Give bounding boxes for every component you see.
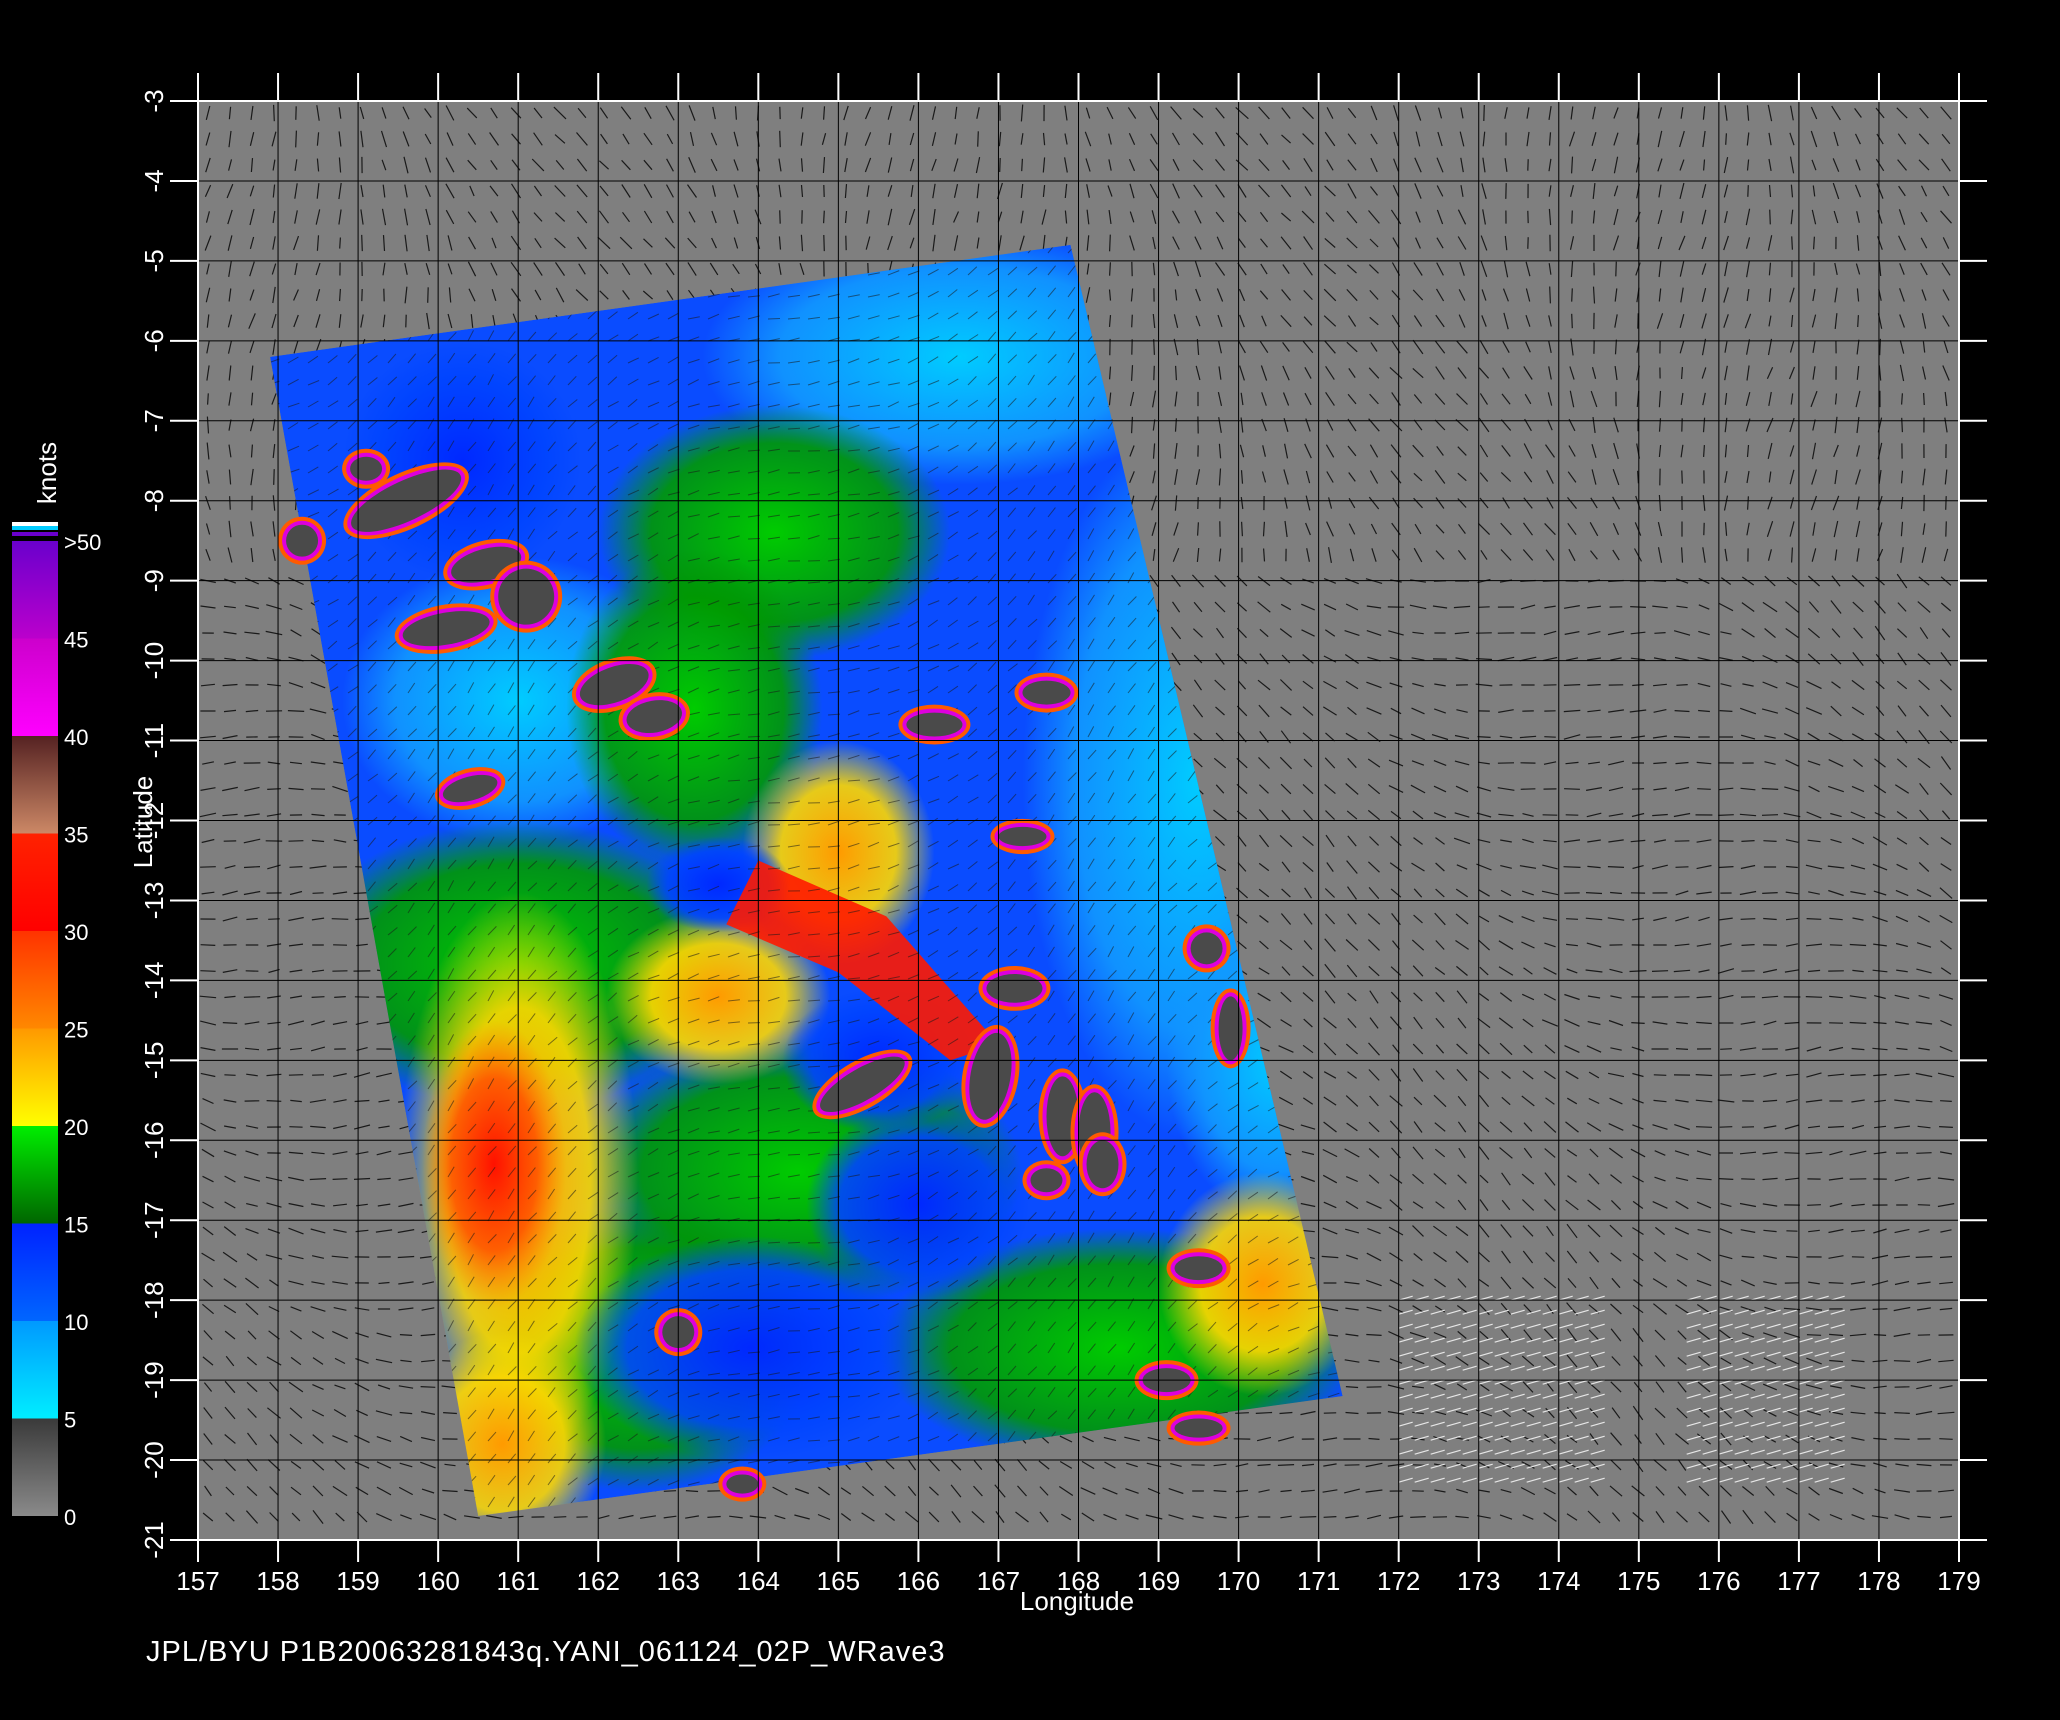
x-tick-label: 157 xyxy=(176,1566,219,1596)
x-tick-label: 160 xyxy=(416,1566,459,1596)
colorbar-segment xyxy=(12,1126,58,1224)
colorbar-label: 45 xyxy=(64,628,88,653)
island xyxy=(342,448,391,489)
colorbar xyxy=(12,522,58,1516)
y-tick-label: -18 xyxy=(139,1281,169,1319)
colorbar-overflow xyxy=(12,532,58,536)
colorbar-label: 0 xyxy=(64,1505,76,1530)
x-tick-label: 165 xyxy=(817,1566,860,1596)
y-tick-label: -5 xyxy=(139,249,169,272)
y-tick-label: -21 xyxy=(139,1521,169,1559)
colorbar-segment xyxy=(12,1321,58,1419)
y-tick-label: -10 xyxy=(139,642,169,680)
colorbar-segment xyxy=(12,541,58,639)
y-tick-label: -19 xyxy=(139,1361,169,1399)
x-tick-label: 164 xyxy=(737,1566,780,1596)
x-tick-label: 170 xyxy=(1217,1566,1260,1596)
wind-speed-region xyxy=(422,1020,567,1309)
colorbar-segment xyxy=(12,833,58,931)
y-tick-label: -16 xyxy=(139,1121,169,1159)
x-tick-label: 162 xyxy=(577,1566,620,1596)
x-tick-label: 167 xyxy=(977,1566,1020,1596)
wind-map-figure: 157 158 159 160 161 162 163 164 165 166 167 168 169 1… xyxy=(12,73,1987,1616)
x-tick-label: 179 xyxy=(1937,1566,1980,1596)
colorbar-label: 15 xyxy=(64,1213,88,1238)
island xyxy=(718,1466,767,1502)
y-tick-label: -6 xyxy=(139,329,169,352)
x-tick-label: 176 xyxy=(1697,1566,1740,1596)
island xyxy=(1014,672,1079,713)
island xyxy=(978,965,1051,1011)
island xyxy=(1022,1160,1071,1201)
product-footer: JPL/BYU P1B20063281843q.YANI_061124_02P_… xyxy=(146,1636,946,1668)
x-tick-label: 169 xyxy=(1137,1566,1180,1596)
y-tick-label: -13 xyxy=(139,882,169,920)
colorbar-label: 25 xyxy=(64,1018,88,1043)
y-tick-label: -4 xyxy=(139,169,169,192)
island xyxy=(898,704,971,745)
island xyxy=(990,818,1055,855)
colorbar-labels: >50 45 40 35 30 25 20 15 10 5 0 xyxy=(64,530,101,1530)
colorbar-title: knots xyxy=(32,442,62,504)
x-tick-label: 166 xyxy=(897,1566,940,1596)
x-axis-label: Longitude xyxy=(1020,1586,1134,1616)
x-tick-label: 174 xyxy=(1537,1566,1580,1596)
colorbar-segment xyxy=(12,1223,58,1321)
island xyxy=(1182,924,1231,973)
colorbar-label: 40 xyxy=(64,725,88,750)
x-tick-label: 159 xyxy=(336,1566,379,1596)
x-tick-label: 178 xyxy=(1857,1566,1900,1596)
colorbar-segment xyxy=(12,638,58,736)
island xyxy=(1166,1248,1231,1289)
colorbar-segment xyxy=(12,736,58,834)
island xyxy=(1166,1410,1231,1446)
y-tick-label: -17 xyxy=(139,1201,169,1239)
y-tick-label: -9 xyxy=(139,569,169,592)
x-tick-label: 173 xyxy=(1457,1566,1500,1596)
x-tick-label: 172 xyxy=(1377,1566,1420,1596)
colorbar-segment xyxy=(12,1028,58,1126)
y-axis-label: Latitude xyxy=(128,776,158,869)
plot-area xyxy=(198,101,1959,1540)
x-tick-label: 177 xyxy=(1777,1566,1820,1596)
colorbar-label: 10 xyxy=(64,1310,88,1335)
y-tick-label: -7 xyxy=(139,409,169,432)
x-tick-label: 163 xyxy=(657,1566,700,1596)
colorbar-label: 35 xyxy=(64,823,88,848)
colorbar-label: 5 xyxy=(64,1408,76,1433)
colorbar-segment xyxy=(12,931,58,1029)
y-tick-label: -3 xyxy=(139,89,169,112)
colorbar-label: 30 xyxy=(64,920,88,945)
x-tick-label: 175 xyxy=(1617,1566,1660,1596)
colorbar-overflow xyxy=(12,522,58,526)
colorbar-label: >50 xyxy=(64,530,101,555)
x-tick-label: 158 xyxy=(256,1566,299,1596)
island xyxy=(278,516,327,565)
colorbar-overflow xyxy=(12,526,58,530)
y-tick-label: -15 xyxy=(139,1042,169,1080)
colorbar-label: 20 xyxy=(64,1115,88,1140)
y-tick-label: -14 xyxy=(139,962,169,1000)
island xyxy=(1078,1132,1127,1197)
x-tick-label: 161 xyxy=(496,1566,539,1596)
y-tick-label: -20 xyxy=(139,1441,169,1479)
y-tick-label: -11 xyxy=(139,723,169,759)
x-tick-label: 171 xyxy=(1297,1566,1340,1596)
y-tick-label: -8 xyxy=(139,489,169,512)
colorbar-segment xyxy=(12,1418,58,1516)
island xyxy=(1210,988,1251,1069)
